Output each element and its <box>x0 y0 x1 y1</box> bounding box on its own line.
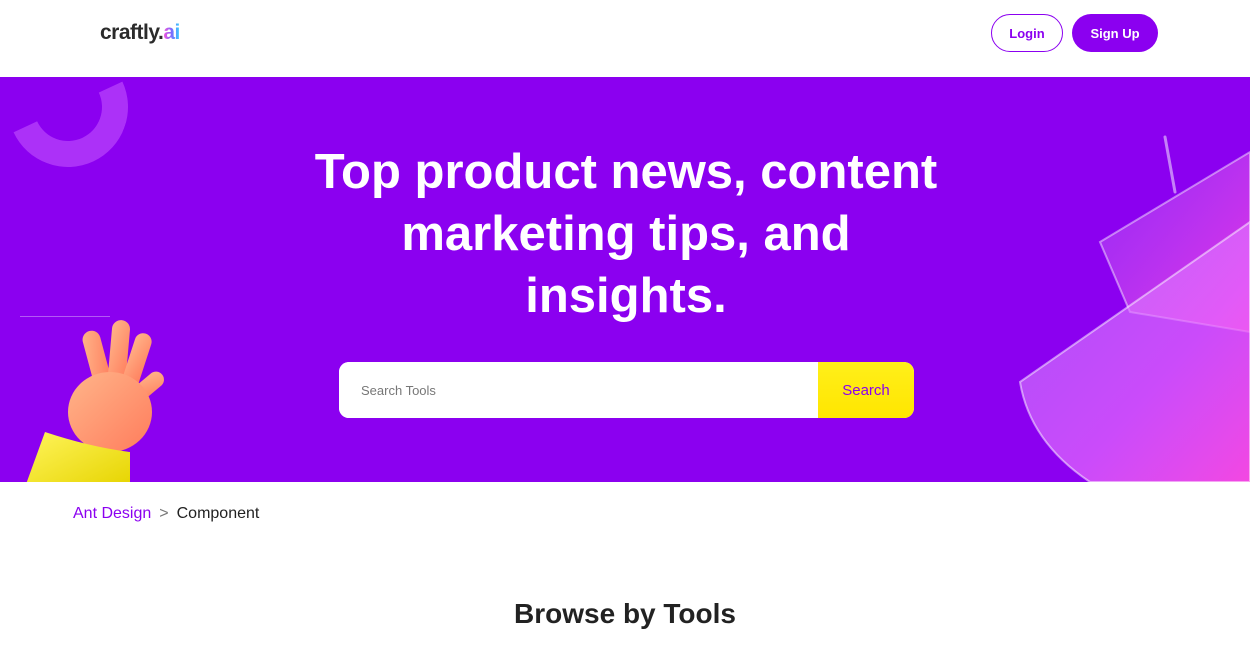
logo[interactable]: craftly.ai <box>100 21 180 45</box>
glass-panel-illustration-icon <box>1018 135 1250 482</box>
page: craftly.ai Login Sign Up Top product new… <box>0 0 1250 655</box>
breadcrumb: Ant Design > Component <box>73 505 259 523</box>
hero-banner: Top product news, content marketing tips… <box>0 77 1250 482</box>
ring-decoration-icon <box>0 77 145 184</box>
logo-text: craftly. <box>100 21 164 44</box>
top-nav: craftly.ai Login Sign Up <box>0 0 1250 77</box>
hand-illustration-icon <box>26 320 164 482</box>
breadcrumb-item-component: Component <box>176 505 260 522</box>
signup-button[interactable]: Sign Up <box>1072 14 1158 52</box>
section-title: Browse by Tools <box>514 598 736 629</box>
search-input[interactable] <box>339 362 818 418</box>
search-bar: Search <box>339 362 914 418</box>
breadcrumb-separator: > <box>159 505 169 522</box>
hero-title: Top product news, content marketing tips… <box>314 145 938 323</box>
logo-accent: ai <box>163 21 180 44</box>
login-button[interactable]: Login <box>991 14 1063 52</box>
search-button[interactable]: Search <box>818 362 914 418</box>
breadcrumb-item-ant-design[interactable]: Ant Design <box>73 505 151 523</box>
